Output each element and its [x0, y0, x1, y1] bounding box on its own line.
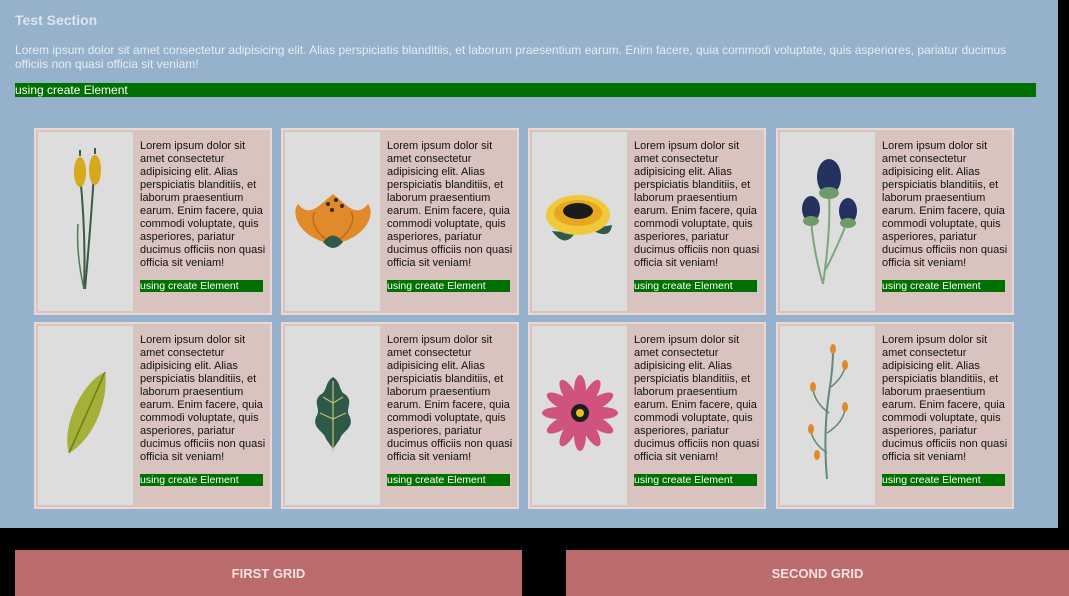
card-image: [532, 132, 627, 311]
section-title: Test Section: [15, 12, 98, 28]
card: Lorem ipsum dolor sit amet consectetur a…: [281, 322, 519, 509]
pink-daisy-icon: [540, 373, 620, 458]
thistle-flower-icon: [793, 149, 863, 294]
card-image: [38, 132, 133, 311]
card-text: Lorem ipsum dolor sit amet consectetur a…: [140, 140, 266, 269]
cattail-flower-icon: [56, 144, 116, 299]
card-image: [38, 326, 133, 505]
card-tag: using create Element: [882, 474, 1005, 486]
card-text: Lorem ipsum dolor sit amet consectetur a…: [882, 140, 1008, 269]
test-section: Test Section Lorem ipsum dolor sit amet …: [0, 0, 1058, 528]
second-grid-button[interactable]: SECOND GRID: [566, 550, 1069, 596]
card-text: Lorem ipsum dolor sit amet consectetur a…: [882, 334, 1008, 463]
card-image: [285, 132, 380, 311]
create-element-bar: using create Element: [15, 83, 1036, 97]
leaf-icon: [61, 368, 111, 463]
card-tag: using create Element: [634, 280, 757, 292]
card: Lorem ipsum dolor sit amet consectetur a…: [776, 322, 1014, 509]
berry-branch-icon: [803, 343, 853, 488]
card-tag: using create Element: [387, 474, 510, 486]
card: Lorem ipsum dolor sit amet consectetur a…: [528, 128, 766, 315]
card: Lorem ipsum dolor sit amet consectetur a…: [281, 128, 519, 315]
card-image: [285, 326, 380, 505]
card: Lorem ipsum dolor sit amet consectetur a…: [776, 128, 1014, 315]
card-text: Lorem ipsum dolor sit amet consectetur a…: [140, 334, 266, 463]
orange-flower-icon: [290, 184, 376, 259]
card: Lorem ipsum dolor sit amet consectetur a…: [528, 322, 766, 509]
card-text: Lorem ipsum dolor sit amet consectetur a…: [634, 334, 760, 463]
card: Lorem ipsum dolor sit amet consectetur a…: [34, 128, 272, 315]
card-tag: using create Element: [140, 280, 263, 292]
section-description: Lorem ipsum dolor sit amet consectetur a…: [15, 43, 1007, 71]
card-text: Lorem ipsum dolor sit amet consectetur a…: [634, 140, 760, 269]
card-image: [780, 132, 875, 311]
card-tag: using create Element: [387, 280, 510, 292]
first-grid-button[interactable]: FIRST GRID: [15, 550, 522, 596]
yellow-flower-icon: [540, 189, 620, 254]
card-image: [780, 326, 875, 505]
card-image: [532, 326, 627, 505]
card-tag: using create Element: [882, 280, 1005, 292]
card-text: Lorem ipsum dolor sit amet consectetur a…: [387, 334, 513, 463]
card: Lorem ipsum dolor sit amet consectetur a…: [34, 322, 272, 509]
card-tag: using create Element: [634, 474, 757, 486]
card-tag: using create Element: [140, 474, 263, 486]
card-text: Lorem ipsum dolor sit amet consectetur a…: [387, 140, 513, 269]
oak-leaf-icon: [308, 373, 358, 458]
